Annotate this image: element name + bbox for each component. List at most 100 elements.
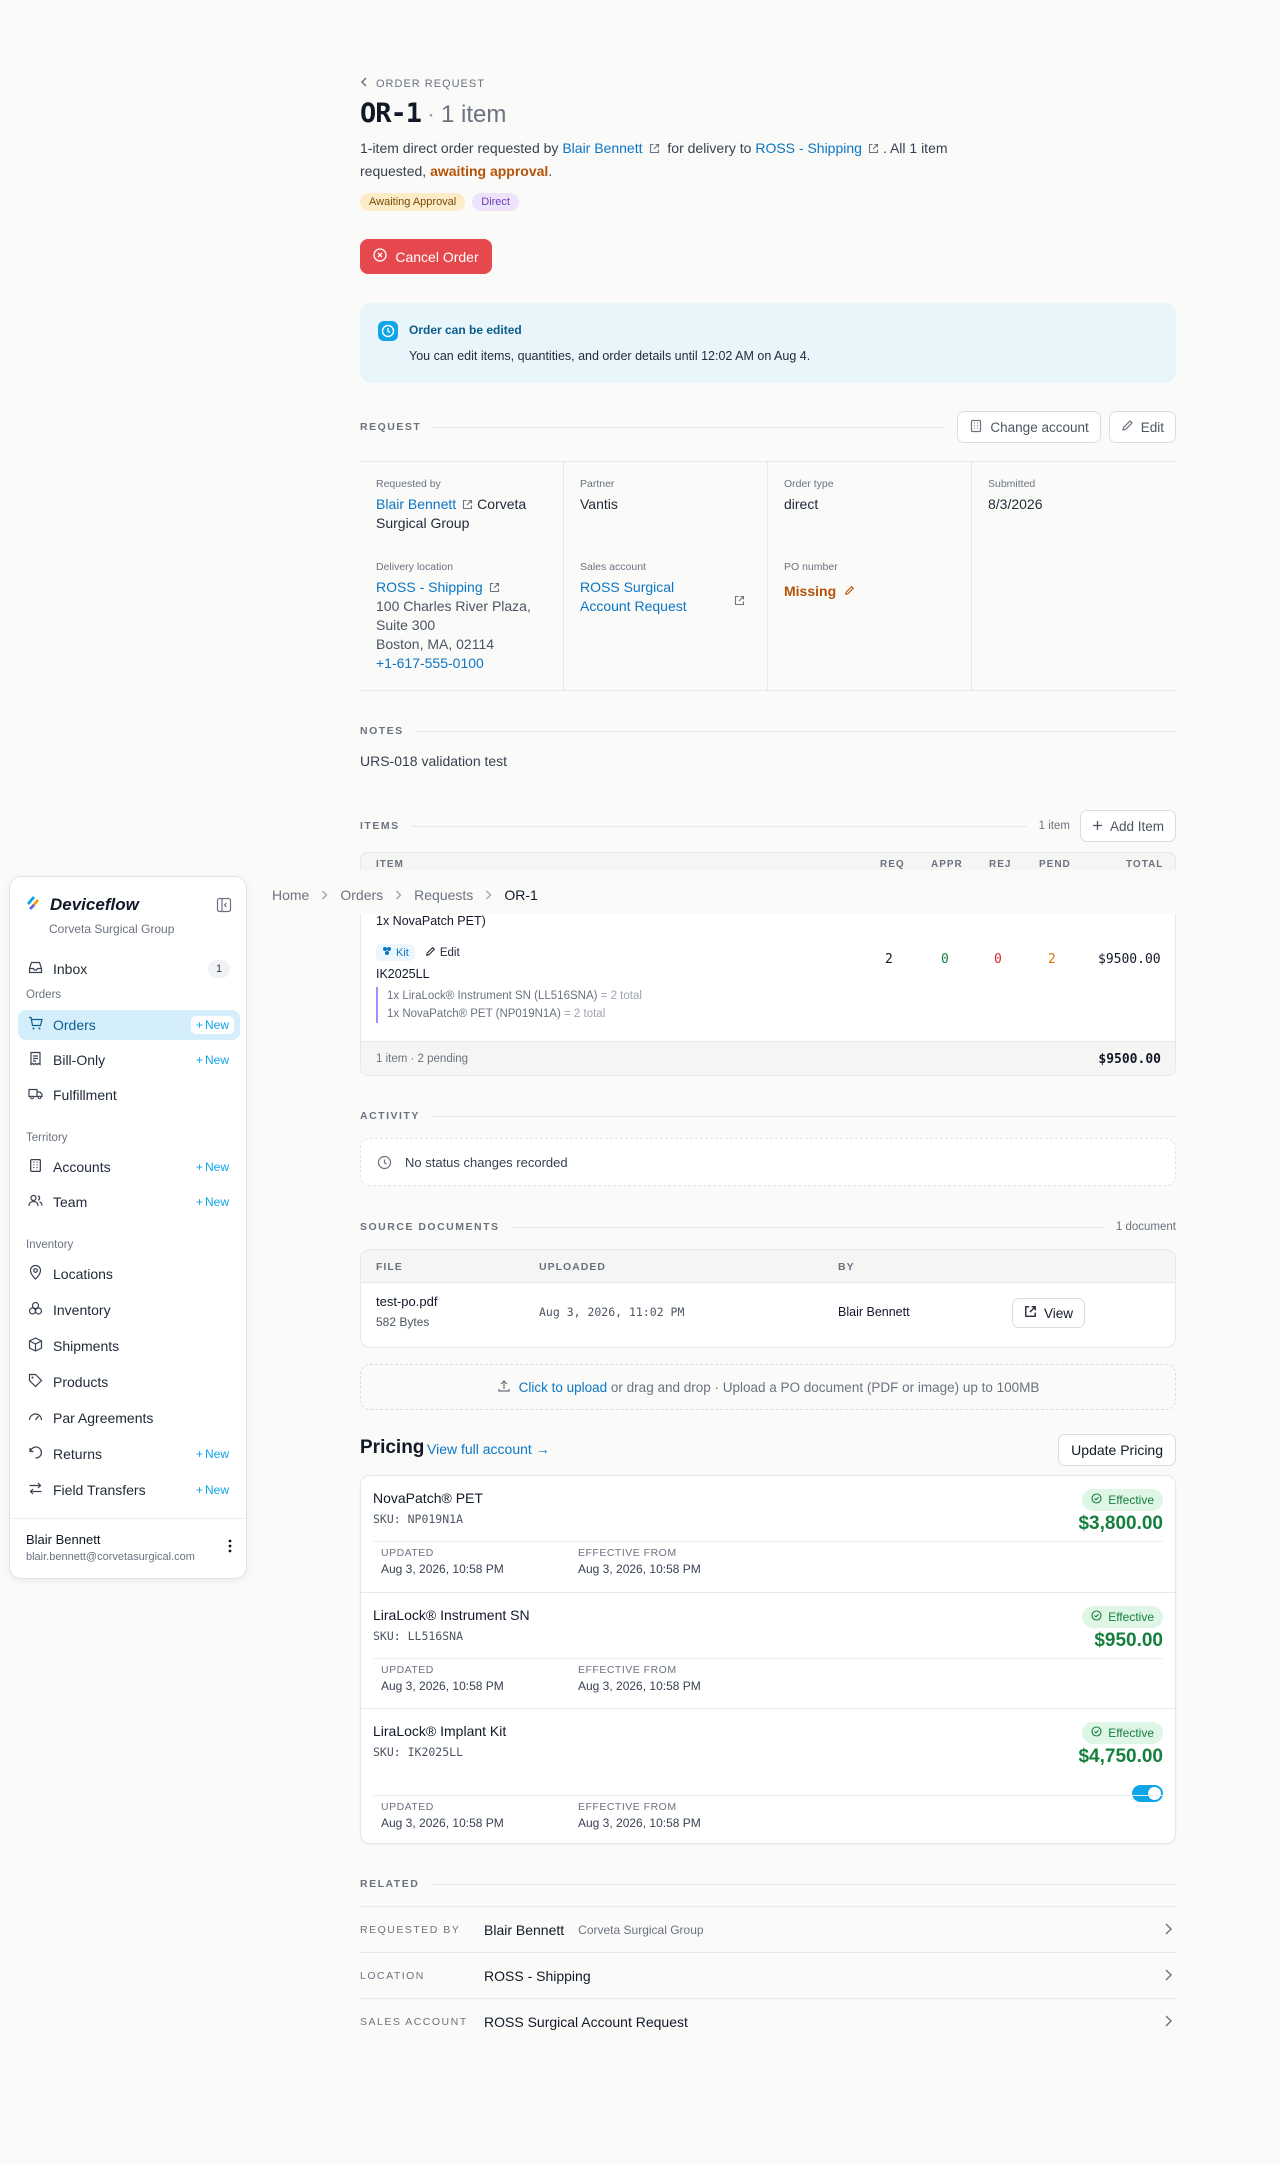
- sidebar-item-label: Inventory: [53, 1302, 111, 1318]
- related-value: ROSS - Shipping: [484, 1967, 591, 1984]
- doc-filename[interactable]: test-po.pdf: [376, 1294, 437, 1309]
- cancel-order-button[interactable]: Cancel Order: [360, 239, 492, 274]
- plus-icon: +: [195, 1195, 203, 1209]
- items-table: 1x NovaPatch PET) Kit Edit IK2025LL 1x L…: [360, 910, 1176, 1076]
- chevron-right-icon: [1164, 1968, 1172, 1986]
- sidebar-item-orders[interactable]: Orders + New: [18, 1010, 240, 1040]
- section-label: RELATED: [360, 1878, 420, 1890]
- plus-icon: +: [195, 1160, 203, 1174]
- edit-item-button[interactable]: Edit: [425, 946, 460, 960]
- breadcrumb-requests[interactable]: Requests: [414, 887, 473, 903]
- address-line: Boston, MA, 02114: [376, 636, 495, 652]
- add-item-button[interactable]: Add Item: [1079, 810, 1176, 842]
- upload-dropzone[interactable]: Click to upload or drag and drop · Uploa…: [360, 1364, 1176, 1410]
- sidebar-item-label: Accounts: [53, 1159, 111, 1175]
- chevron-right-icon: [1164, 2014, 1172, 2032]
- col-item: ITEM: [376, 859, 404, 870]
- back-link[interactable]: ORDER REQUEST: [360, 77, 485, 90]
- external-link-icon[interactable]: [868, 143, 879, 154]
- requester-link[interactable]: Blair Bennett: [562, 140, 642, 156]
- view-full-account-link[interactable]: View full account →: [427, 1441, 550, 1457]
- section-label: ACTIVITY: [360, 1110, 420, 1122]
- status-badge: Effective: [1082, 1606, 1163, 1628]
- external-link-icon[interactable]: [462, 499, 473, 510]
- new-order-button[interactable]: + New: [190, 1016, 234, 1034]
- upload-icon: [497, 1379, 511, 1396]
- delivery-link[interactable]: ROSS - Shipping: [755, 140, 862, 156]
- change-account-button[interactable]: Change account: [957, 411, 1101, 443]
- related-row[interactable]: REQUESTED BY Blair Bennett Corveta Surgi…: [360, 1906, 1176, 1952]
- field-label: Order type: [784, 478, 834, 490]
- sidebar-item-locations[interactable]: Locations: [18, 1259, 240, 1289]
- docs-section-header: SOURCE DOCUMENTS 1 document: [360, 1217, 1176, 1237]
- chevron-right-icon: [1164, 1922, 1172, 1940]
- delivery-link[interactable]: ROSS - Shipping: [376, 579, 483, 595]
- status-text: Effective: [1108, 1610, 1154, 1624]
- external-link-icon[interactable]: [489, 582, 500, 593]
- sidebar-item-team[interactable]: Team + New: [18, 1187, 240, 1217]
- breadcrumb-home[interactable]: Home: [272, 887, 309, 903]
- effective-label: EFFECTIVE FROM: [578, 1664, 677, 1676]
- external-link-icon[interactable]: [649, 143, 660, 154]
- sidebar-item-inventory[interactable]: Inventory: [18, 1295, 240, 1325]
- type-badge: Direct: [472, 193, 519, 211]
- dots-vertical-icon[interactable]: [228, 1539, 232, 1558]
- kit-components: 1x LiraLock® Instrument SN (LL516SNA) = …: [376, 987, 642, 1023]
- nav-group-label: Inventory: [26, 1239, 74, 1251]
- new-return-button[interactable]: + New: [191, 1445, 234, 1463]
- price-dates: UPDATED Aug 3, 2026, 10:58 PM EFFECTIVE …: [373, 1541, 1163, 1591]
- sidebar-item-label: Fulfillment: [53, 1087, 117, 1103]
- sidebar-item-products[interactable]: Products: [18, 1367, 240, 1397]
- item-sku: IK2025LL: [376, 967, 430, 981]
- brand[interactable]: Deviceflow: [26, 895, 139, 915]
- sales-account-link[interactable]: ROSS Surgical: [580, 579, 674, 595]
- new-transfer-button[interactable]: + New: [191, 1481, 234, 1499]
- po-number-value[interactable]: Missing: [784, 582, 855, 601]
- col-uploaded: UPLOADED: [539, 1261, 606, 1273]
- inbox-count: 1: [208, 960, 230, 978]
- external-link-icon[interactable]: [734, 593, 745, 611]
- org-text: Corveta: [477, 496, 527, 512]
- upload-link[interactable]: Click to upload: [519, 1380, 608, 1395]
- change-account-label: Change account: [990, 419, 1089, 435]
- pencil-icon: [1121, 419, 1134, 435]
- panel-toggle-icon[interactable]: [216, 897, 232, 918]
- component-name: 1x NovaPatch® PET (NP019N1A): [387, 1008, 561, 1020]
- breadcrumb-current: OR-1: [504, 887, 538, 903]
- arrows-icon: [28, 1481, 43, 1499]
- qty-pend: 2: [1048, 952, 1056, 967]
- new-label: New: [204, 1053, 229, 1067]
- edit-request-button[interactable]: Edit: [1108, 411, 1176, 443]
- requester-link[interactable]: Blair Bennett: [376, 496, 456, 512]
- col-pend: PEND: [1039, 859, 1071, 870]
- sidebar-item-label: Locations: [53, 1266, 113, 1282]
- component-total: = 2 total: [564, 1008, 606, 1020]
- sidebar-item-label: Field Transfers: [53, 1482, 146, 1498]
- new-account-button[interactable]: + New: [191, 1158, 234, 1176]
- pencil-icon[interactable]: [844, 582, 855, 601]
- sidebar-item-fulfillment[interactable]: Fulfillment: [18, 1080, 240, 1110]
- sidebar-item-returns[interactable]: Returns + New: [18, 1439, 240, 1469]
- new-label: New: [204, 1447, 229, 1461]
- sidebar-item-shipments[interactable]: Shipments: [18, 1331, 240, 1361]
- related-row[interactable]: SALES ACCOUNT ROSS Surgical Account Requ…: [360, 1998, 1176, 2044]
- sidebar-item-bill-only[interactable]: Bill-Only + New: [18, 1045, 240, 1075]
- related-row[interactable]: LOCATION ROSS - Shipping: [360, 1952, 1176, 1998]
- new-bill-only-button[interactable]: + New: [191, 1051, 234, 1069]
- x-circle-icon: [373, 248, 388, 265]
- breadcrumb-orders[interactable]: Orders: [340, 887, 383, 903]
- view-document-button[interactable]: View: [1012, 1298, 1086, 1328]
- items-footer-total: $9500.00: [1098, 1052, 1161, 1067]
- sales-account-link[interactable]: Account Request: [580, 598, 687, 614]
- new-team-button[interactable]: + New: [191, 1193, 234, 1211]
- sidebar-item-inbox[interactable]: Inbox 1: [18, 954, 240, 984]
- logo-icon: [26, 895, 41, 915]
- sidebar-item-field-transfers[interactable]: Field Transfers + New: [18, 1475, 240, 1505]
- phone-link[interactable]: +1-617-555-0100: [376, 655, 484, 671]
- user-menu[interactable]: Blair Bennett blair.bennett@corvetasurgi…: [10, 1518, 246, 1578]
- sidebar-item-accounts[interactable]: Accounts + New: [18, 1152, 240, 1182]
- sidebar-item-label: Bill-Only: [53, 1052, 106, 1068]
- back-link-label[interactable]: ORDER REQUEST: [376, 78, 485, 90]
- update-pricing-button[interactable]: Update Pricing: [1058, 1434, 1176, 1466]
- sidebar-item-par-agreements[interactable]: Par Agreements: [18, 1403, 240, 1433]
